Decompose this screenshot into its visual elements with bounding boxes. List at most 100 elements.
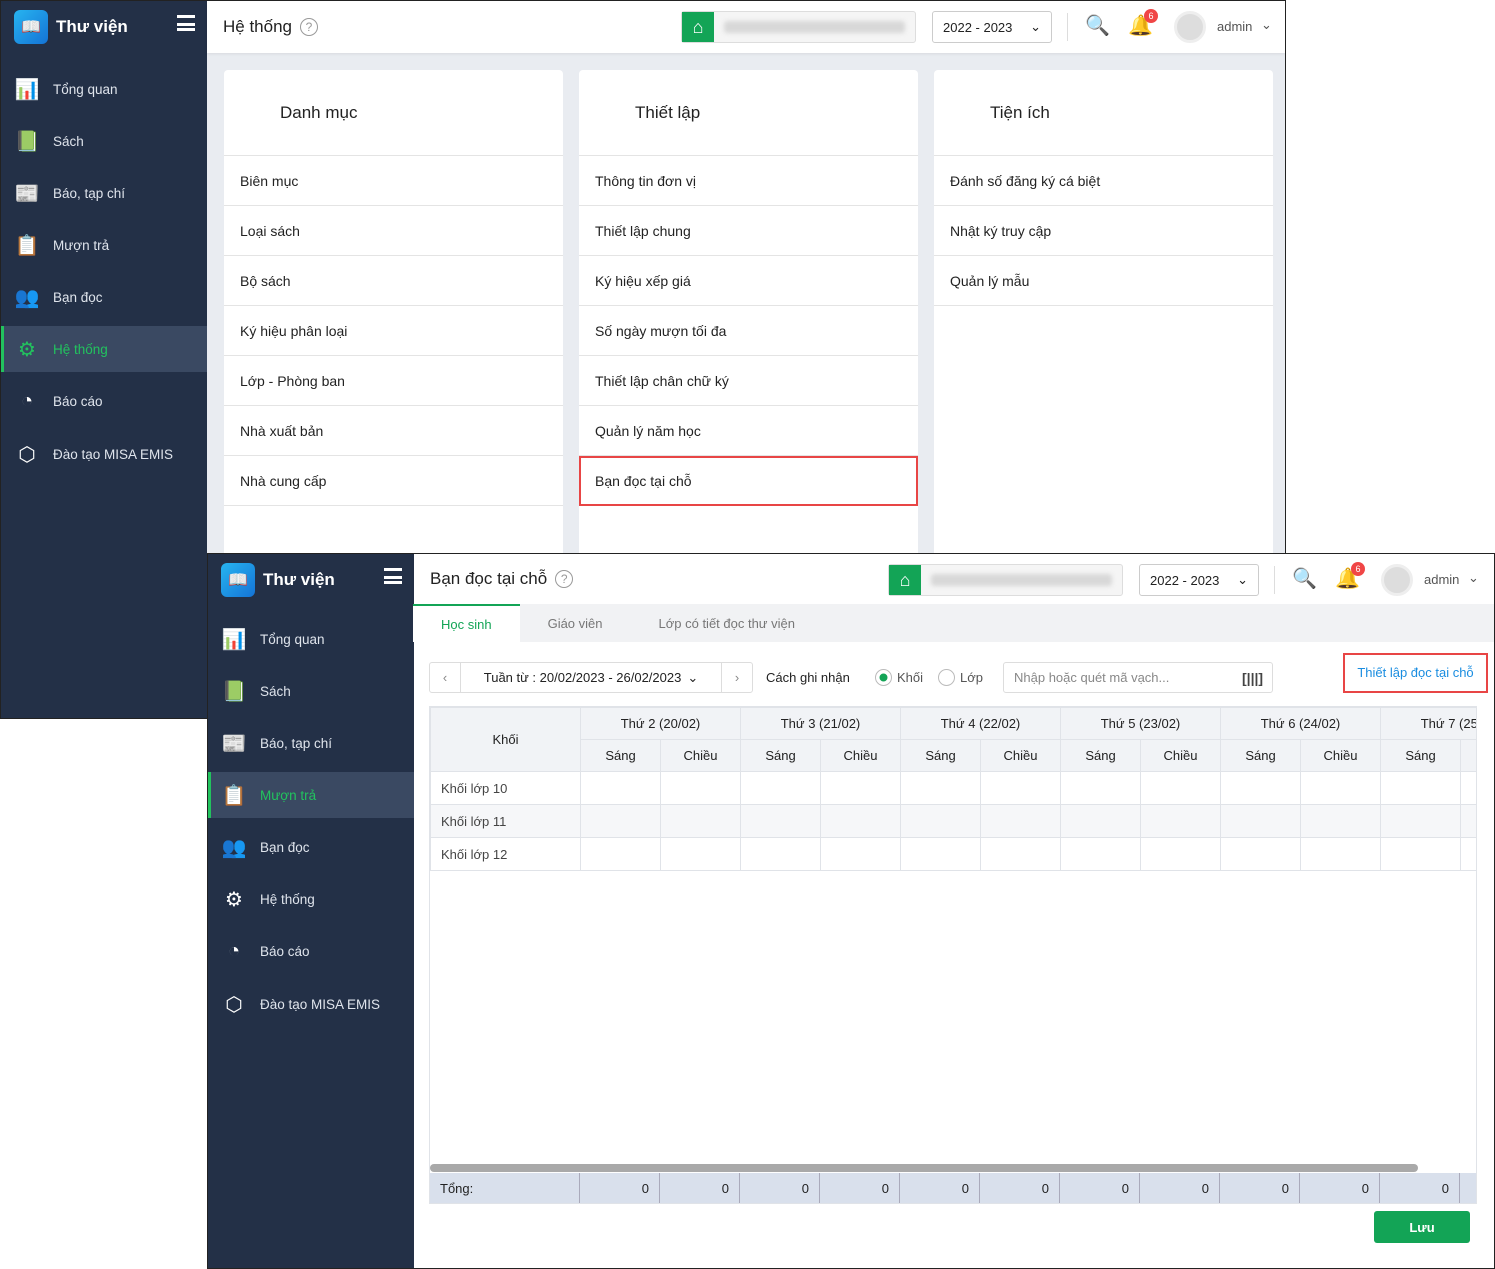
card-item[interactable]: Thiết lập chung [579,206,918,256]
week-select[interactable]: Tuần từ : 20/02/2023 - 26/02/2023 ⌄ [461,670,721,686]
card-item[interactable]: Nhật ký truy cập [934,206,1273,256]
school-selector[interactable]: ⌂ [888,564,1123,596]
attendance-cell[interactable] [1140,804,1221,838]
card-item[interactable]: Thông tin đơn vị [579,156,918,206]
tab[interactable]: Học sinh [413,604,520,642]
attendance-cell[interactable] [900,771,981,805]
menu-toggle-icon[interactable] [384,568,402,584]
attendance-cell[interactable] [820,771,901,805]
card-item[interactable]: Biên mục [224,156,563,206]
attendance-cell[interactable] [980,837,1061,871]
attendance-cell[interactable] [1460,837,1476,871]
attendance-cell[interactable] [900,804,981,838]
attendance-cell[interactable] [980,771,1061,805]
sidebar-item[interactable]: 👥 Bạn đọc [208,824,414,870]
barcode-search[interactable]: Nhập hoặc quét mã vạch... [|||] [1003,662,1273,693]
attendance-cell[interactable] [900,837,981,871]
chevron-down-icon[interactable]: ⌄ [1468,570,1479,586]
sidebar-item[interactable]: 👥 Bạn đọc [1,274,207,320]
sidebar-item[interactable]: ◔ Báo cáo [1,378,207,424]
attendance-cell[interactable] [1300,771,1381,805]
attendance-cell[interactable] [1380,804,1461,838]
attendance-cell[interactable] [580,837,661,871]
sidebar-item[interactable]: 📰 Báo, tạp chí [1,170,207,216]
attendance-cell[interactable] [1220,771,1301,805]
attendance-cell[interactable] [1380,771,1461,805]
user-name[interactable]: admin [1424,572,1459,587]
card-item[interactable]: Đánh số đăng ký cá biệt [934,156,1273,206]
attendance-cell[interactable] [740,771,821,805]
attendance-cell[interactable] [1300,837,1381,871]
horizontal-scrollbar[interactable] [430,1164,1418,1172]
sidebar-item[interactable]: 📗 Sách [1,118,207,164]
search-chart-icon[interactable]: 🔍 [1292,566,1317,591]
sidebar-item[interactable]: ⚙ Hệ thống [1,326,207,372]
sidebar-item[interactable]: ⬡ Đào tạo MISA EMIS [1,431,207,477]
card-item[interactable]: Bạn đọc tại chỗ [579,456,918,506]
card-item[interactable]: Quản lý mẫu [934,256,1273,306]
attendance-cell[interactable] [1460,771,1476,805]
col-header-session: Chiều [660,739,741,772]
card-item[interactable]: Bộ sách [224,256,563,306]
card-item[interactable]: Quản lý năm học [579,406,918,456]
attendance-cell[interactable] [1060,837,1141,871]
menu-toggle-icon[interactable] [177,15,195,31]
card-item[interactable]: Nhà xuất bản [224,406,563,456]
radio-class[interactable]: Lớp [938,662,983,693]
avatar[interactable] [1381,564,1413,596]
attendance-cell[interactable] [1140,771,1221,805]
attendance-cell[interactable] [1060,771,1141,805]
search-chart-icon[interactable]: 🔍 [1085,13,1110,38]
help-icon[interactable]: ? [555,570,574,588]
sidebar-item[interactable]: ⬡ Đào tạo MISA EMIS [208,981,414,1027]
card-item[interactable]: Nhà cung cấp [224,456,563,506]
tab[interactable]: Lớp có tiết đọc thư viện [631,604,823,642]
attendance-cell[interactable] [740,837,821,871]
card-item[interactable]: Số ngày mượn tối đa [579,306,918,356]
attendance-cell[interactable] [1300,804,1381,838]
radio-grade[interactable]: Khối [875,662,923,693]
sidebar-item[interactable]: 📊 Tổng quan [208,616,414,662]
school-selector[interactable]: ⌂ [681,11,916,43]
next-week-button[interactable]: › [721,663,752,692]
sidebar-item[interactable]: ◔ Báo cáo [208,928,414,974]
card-item[interactable]: Ký hiệu phân loại [224,306,563,356]
sidebar-item[interactable]: 📋 Mượn trả [1,222,207,268]
school-year-select[interactable]: 2022 - 2023 ⌄ [1139,564,1259,596]
attendance-cell[interactable] [1060,804,1141,838]
attendance-cell[interactable] [580,771,661,805]
prev-week-button[interactable]: ‹ [430,663,461,692]
tab[interactable]: Giáo viên [520,604,631,642]
sidebar-item[interactable]: ⚙ Hệ thống [208,876,414,922]
setup-onsite-link[interactable]: Thiết lập đọc tại chỗ [1343,653,1488,693]
chevron-down-icon[interactable]: ⌄ [1261,17,1272,33]
card-item[interactable]: Lớp - Phòng ban [224,356,563,406]
sidebar-item[interactable]: 📗 Sách [208,668,414,714]
attendance-cell[interactable] [1380,837,1461,871]
card-item[interactable]: Ký hiệu xếp giá [579,256,918,306]
attendance-cell[interactable] [1140,837,1221,871]
attendance-cell[interactable] [580,804,661,838]
attendance-cell[interactable] [980,804,1061,838]
attendance-cell[interactable] [820,804,901,838]
card-item[interactable]: Loại sách [224,206,563,256]
barcode-input-placeholder[interactable]: Nhập hoặc quét mã vạch... [1004,670,1242,685]
card-item[interactable]: Thiết lập chân chữ ký [579,356,918,406]
attendance-cell[interactable] [1220,804,1301,838]
sidebar-item[interactable]: 📊 Tổng quan [1,66,207,112]
attendance-cell[interactable] [660,771,741,805]
attendance-cell[interactable] [660,837,741,871]
save-button[interactable]: Lưu [1374,1211,1470,1243]
sidebar-item[interactable]: 📋 Mượn trả [208,772,414,818]
attendance-cell[interactable] [1460,804,1476,838]
school-year-select[interactable]: 2022 - 2023 ⌄ [932,11,1052,43]
attendance-cell[interactable] [740,804,821,838]
user-name[interactable]: admin [1217,19,1252,34]
attendance-cell[interactable] [1220,837,1301,871]
attendance-cell[interactable] [820,837,901,871]
sidebar-item[interactable]: 📰 Báo, tạp chí [208,720,414,766]
avatar[interactable] [1174,11,1206,43]
attendance-cell[interactable] [660,804,741,838]
help-icon[interactable]: ? [300,18,318,36]
barcode-icon[interactable]: [|||] [1242,670,1272,686]
